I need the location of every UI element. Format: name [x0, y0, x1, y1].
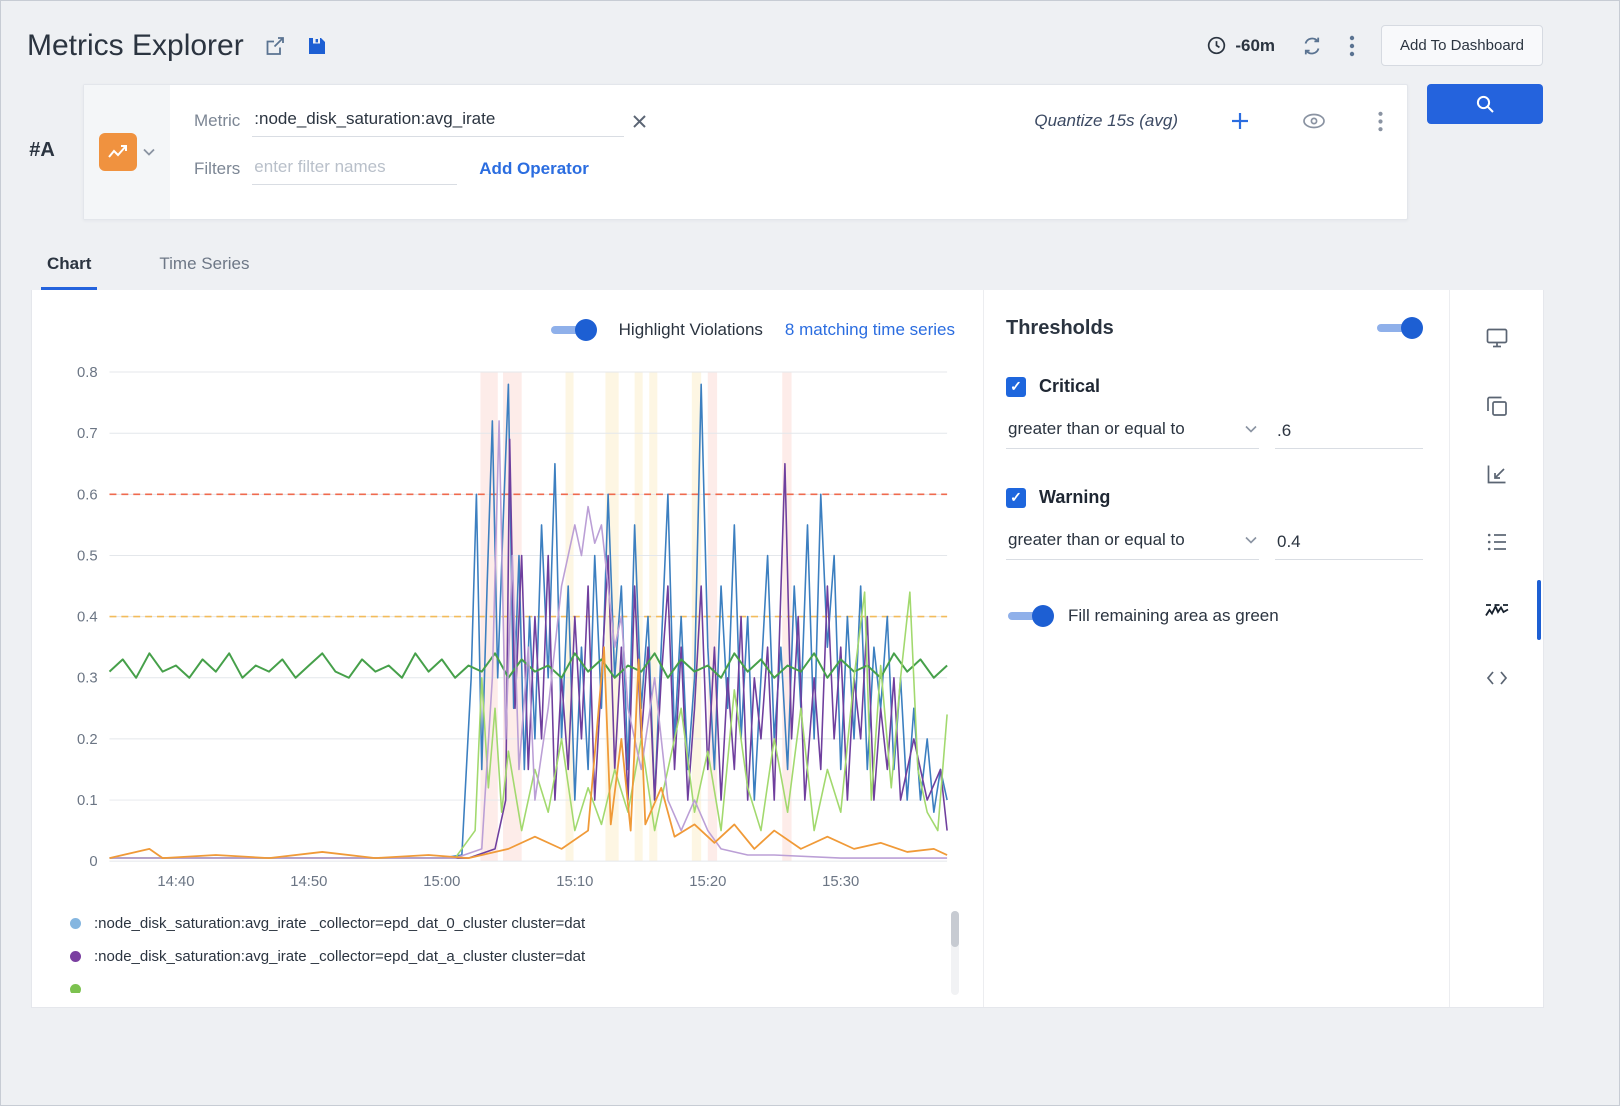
rail-item-trend[interactable] [1450, 440, 1543, 508]
fill-green-label: Fill remaining area as green [1068, 606, 1279, 626]
svg-text:15:30: 15:30 [822, 874, 859, 890]
view-tabs: Chart Time Series [41, 254, 1619, 290]
critical-label: Critical [1039, 376, 1100, 397]
trend-chart-icon [1485, 462, 1509, 486]
chart-panel: Highlight Violations 8 matching time ser… [32, 290, 983, 1007]
chevron-down-icon [1245, 425, 1257, 433]
eye-icon[interactable] [1302, 112, 1326, 130]
tab-chart[interactable]: Chart [41, 254, 97, 290]
svg-text:0.8: 0.8 [77, 365, 98, 381]
list-icon [1485, 530, 1509, 554]
refresh-icon[interactable] [1301, 35, 1323, 57]
rail-item-code[interactable] [1450, 644, 1543, 712]
rail-item-thresholds[interactable] [1450, 576, 1543, 644]
svg-text:15:10: 15:10 [556, 874, 593, 890]
fill-green-row: Fill remaining area as green [1006, 604, 1423, 628]
svg-text:15:00: 15:00 [423, 874, 460, 890]
svg-text:0.4: 0.4 [77, 610, 98, 626]
quantize-setting[interactable]: Quantize 15s (avg) [1034, 111, 1178, 131]
legend-color-dot [70, 951, 81, 962]
critical-checkbox-row[interactable]: ✓ Critical [1006, 376, 1423, 397]
code-icon [1485, 668, 1509, 688]
page-header: Metrics Explorer -60m Add To Dashboard [1, 1, 1619, 84]
metric-field-label: Metric [194, 111, 240, 131]
time-range-picker[interactable]: -60m [1206, 35, 1275, 56]
filters-input[interactable] [252, 153, 457, 185]
rail-item-display[interactable] [1450, 304, 1543, 372]
chart-legend: :node_disk_saturation:avg_irate _collect… [70, 907, 957, 993]
legend-color-dot [70, 984, 81, 993]
main-content: Highlight Violations 8 matching time ser… [31, 290, 1544, 1008]
svg-text:0.6: 0.6 [77, 487, 98, 503]
svg-text:0.3: 0.3 [77, 671, 98, 687]
copy-icon [1485, 394, 1509, 418]
svg-text:0.7: 0.7 [77, 426, 98, 442]
critical-condition-select[interactable]: greater than or equal to [1006, 419, 1259, 449]
clear-metric-icon[interactable] [632, 114, 647, 129]
legend-label: :node_disk_saturation:avg_irate _collect… [94, 915, 585, 932]
warning-checkbox[interactable]: ✓ [1006, 488, 1026, 508]
legend-item[interactable]: :node_disk_saturation:avg_irate _collect… [70, 907, 957, 940]
chevron-down-icon [143, 148, 155, 156]
warning-condition-value: greater than or equal to [1008, 530, 1185, 550]
query-row-label: #A [1, 84, 83, 162]
query-kebab-menu-icon[interactable] [1378, 111, 1383, 132]
filters-field-label: Filters [194, 159, 240, 179]
critical-condition-value: greater than or equal to [1008, 419, 1185, 439]
timeseries-chart[interactable]: 0 0.1 0.2 0.3 0.4 0.5 0.6 0.7 0.8 14:40 14:50 15:00… [58, 354, 957, 899]
chevron-down-icon [1245, 536, 1257, 544]
metric-input[interactable] [252, 105, 624, 137]
matching-series-link[interactable]: 8 matching time series [785, 320, 955, 340]
svg-text:0.2: 0.2 [77, 732, 98, 748]
highlight-violations-toggle[interactable] [549, 318, 597, 342]
warning-label: Warning [1039, 487, 1110, 508]
legend-label: :node_disk_saturation:avg_irate _collect… [94, 948, 585, 965]
svg-text:14:40: 14:40 [157, 874, 194, 890]
threshold-icon [1484, 598, 1510, 622]
share-icon[interactable] [264, 35, 286, 57]
tab-time-series[interactable]: Time Series [153, 254, 255, 290]
fill-green-toggle[interactable] [1006, 604, 1054, 628]
legend-color-dot [70, 918, 81, 929]
legend-item[interactable] [70, 973, 957, 993]
save-icon[interactable] [306, 35, 328, 57]
svg-text:0.1: 0.1 [77, 793, 98, 809]
critical-value-input[interactable] [1275, 417, 1423, 449]
thresholds-panel: Thresholds ✓ Critical greater than or eq… [983, 290, 1449, 1007]
add-query-icon[interactable] [1230, 111, 1250, 131]
legend-item[interactable]: :node_disk_saturation:avg_irate _collect… [70, 940, 957, 973]
highlight-violations-label: Highlight Violations [619, 320, 763, 340]
query-row: #A Metric Quantize 15s (avg) [1, 84, 1619, 220]
critical-checkbox[interactable]: ✓ [1006, 377, 1026, 397]
time-range-value: -60m [1235, 36, 1275, 56]
rail-item-compare[interactable] [1450, 372, 1543, 440]
clock-icon [1206, 35, 1227, 56]
warning-value-input[interactable] [1275, 528, 1423, 560]
page-title: Metrics Explorer [27, 29, 244, 63]
svg-text:15:20: 15:20 [689, 874, 726, 890]
timeseries-metric-icon [99, 133, 137, 171]
rail-item-list[interactable] [1450, 508, 1543, 576]
metric-type-selector[interactable] [84, 85, 170, 219]
kebab-menu-icon[interactable] [1349, 34, 1355, 58]
query-card: Metric Quantize 15s (avg) [83, 84, 1408, 220]
monitor-icon [1485, 326, 1509, 350]
legend-scrollbar[interactable] [951, 911, 959, 995]
add-operator-button[interactable]: Add Operator [479, 159, 589, 179]
chart-svg[interactable]: 0 0.1 0.2 0.3 0.4 0.5 0.6 0.7 0.8 14:40 14:50 15:00… [58, 354, 957, 899]
warning-checkbox-row[interactable]: ✓ Warning [1006, 487, 1423, 508]
svg-text:14:50: 14:50 [290, 874, 327, 890]
view-options-rail [1449, 290, 1543, 1007]
svg-text:0.5: 0.5 [77, 548, 98, 564]
svg-text:0: 0 [89, 854, 97, 870]
add-to-dashboard-button[interactable]: Add To Dashboard [1381, 25, 1543, 66]
run-query-button[interactable] [1427, 84, 1543, 124]
search-icon [1475, 94, 1495, 114]
warning-condition-select[interactable]: greater than or equal to [1006, 530, 1259, 560]
thresholds-toggle[interactable] [1375, 316, 1423, 340]
thresholds-title: Thresholds [1006, 317, 1114, 340]
